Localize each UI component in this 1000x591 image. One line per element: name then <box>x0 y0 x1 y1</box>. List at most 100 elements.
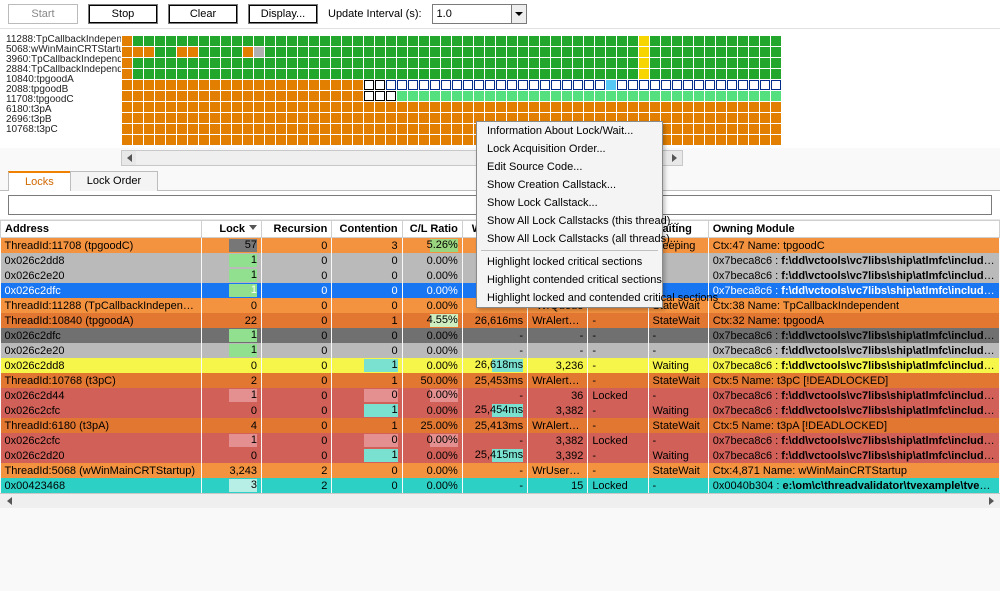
table-horizontal-scrollbar[interactable] <box>0 493 1000 508</box>
grid-cell[interactable] <box>518 80 528 90</box>
grid-cell[interactable] <box>265 102 275 112</box>
grid-cell[interactable] <box>144 69 154 79</box>
grid-cell[interactable] <box>133 58 143 68</box>
grid-cell[interactable] <box>320 135 330 145</box>
grid-cell[interactable] <box>507 47 517 57</box>
grid-cell[interactable] <box>419 91 429 101</box>
tab-lock-order[interactable]: Lock Order <box>70 171 158 191</box>
grid-cell[interactable] <box>298 69 308 79</box>
grid-cell[interactable] <box>430 102 440 112</box>
grid-cell[interactable] <box>243 47 253 57</box>
grid-cell[interactable] <box>276 102 286 112</box>
grid-cell[interactable] <box>276 58 286 68</box>
grid-cell[interactable] <box>452 91 462 101</box>
grid-cell[interactable] <box>760 102 770 112</box>
grid-cell[interactable] <box>617 69 627 79</box>
grid-cell[interactable] <box>375 69 385 79</box>
grid-cell[interactable] <box>177 69 187 79</box>
grid-cell[interactable] <box>496 47 506 57</box>
grid-cell[interactable] <box>342 80 352 90</box>
grid-cell[interactable] <box>155 135 165 145</box>
grid-cell[interactable] <box>485 91 495 101</box>
grid-cell[interactable] <box>485 69 495 79</box>
grid-cell[interactable] <box>485 36 495 46</box>
grid-cell[interactable] <box>529 80 539 90</box>
grid-cell[interactable] <box>298 58 308 68</box>
grid-cell[interactable] <box>452 69 462 79</box>
grid-cell[interactable] <box>716 124 726 134</box>
grid-cell[interactable] <box>331 135 341 145</box>
grid-cell[interactable] <box>122 58 132 68</box>
grid-cell[interactable] <box>617 91 627 101</box>
grid-cell[interactable] <box>298 80 308 90</box>
grid-cell[interactable] <box>584 91 594 101</box>
grid-cell[interactable] <box>727 47 737 57</box>
grid-cell[interactable] <box>287 91 297 101</box>
grid-cell[interactable] <box>452 80 462 90</box>
grid-cell[interactable] <box>199 69 209 79</box>
grid-cell[interactable] <box>221 91 231 101</box>
grid-cell[interactable] <box>364 47 374 57</box>
grid-cell[interactable] <box>386 58 396 68</box>
grid-cell[interactable] <box>639 102 649 112</box>
grid-cell[interactable] <box>320 47 330 57</box>
grid-cell[interactable] <box>298 36 308 46</box>
grid-cell[interactable] <box>386 36 396 46</box>
grid-cell[interactable] <box>122 135 132 145</box>
grid-cell[interactable] <box>463 91 473 101</box>
grid-cell[interactable] <box>133 69 143 79</box>
grid-cell[interactable] <box>716 69 726 79</box>
grid-cell[interactable] <box>386 124 396 134</box>
grid-cell[interactable] <box>452 102 462 112</box>
grid-cell[interactable] <box>122 113 132 123</box>
grid-cell[interactable] <box>232 80 242 90</box>
grid-cell[interactable] <box>738 124 748 134</box>
grid-cell[interactable] <box>210 36 220 46</box>
grid-cell[interactable] <box>650 91 660 101</box>
grid-cell[interactable] <box>738 91 748 101</box>
grid-cell[interactable] <box>529 36 539 46</box>
grid-cell[interactable] <box>155 113 165 123</box>
grid-cell[interactable] <box>122 47 132 57</box>
grid-cell[interactable] <box>166 102 176 112</box>
grid-cell[interactable] <box>375 58 385 68</box>
grid-cell[interactable] <box>177 36 187 46</box>
grid-cell[interactable] <box>408 91 418 101</box>
grid-cell[interactable] <box>705 80 715 90</box>
grid-cell[interactable] <box>430 124 440 134</box>
grid-cell[interactable] <box>210 102 220 112</box>
grid-cell[interactable] <box>661 91 671 101</box>
grid-cell[interactable] <box>441 113 451 123</box>
grid-cell[interactable] <box>518 91 528 101</box>
grid-cell[interactable] <box>771 91 781 101</box>
grid-cell[interactable] <box>716 80 726 90</box>
grid-cell[interactable] <box>254 58 264 68</box>
scroll-left-icon[interactable] <box>122 151 136 165</box>
grid-cell[interactable] <box>353 58 363 68</box>
grid-cell[interactable] <box>122 69 132 79</box>
grid-cell[interactable] <box>441 135 451 145</box>
grid-cell[interactable] <box>331 47 341 57</box>
grid-cell[interactable] <box>749 69 759 79</box>
grid-cell[interactable] <box>298 113 308 123</box>
grid-cell[interactable] <box>155 91 165 101</box>
grid-cell[interactable] <box>276 113 286 123</box>
grid-cell[interactable] <box>485 80 495 90</box>
grid-cell[interactable] <box>496 58 506 68</box>
menu-item[interactable]: Show Creation Callstack... <box>477 176 662 194</box>
grid-cell[interactable] <box>243 102 253 112</box>
grid-cell[interactable] <box>375 80 385 90</box>
grid-cell[interactable] <box>298 47 308 57</box>
grid-cell[interactable] <box>716 113 726 123</box>
grid-cell[interactable] <box>188 91 198 101</box>
grid-cell[interactable] <box>463 135 473 145</box>
table-row[interactable]: ThreadId:10768 (t3pC)20150.00%25,453msWr… <box>1 373 1000 388</box>
grid-cell[interactable] <box>364 124 374 134</box>
grid-cell[interactable] <box>276 36 286 46</box>
grid-cell[interactable] <box>661 47 671 57</box>
grid-cell[interactable] <box>210 135 220 145</box>
grid-cell[interactable] <box>584 47 594 57</box>
grid-cell[interactable] <box>617 58 627 68</box>
grid-cell[interactable] <box>683 80 693 90</box>
grid-cell[interactable] <box>562 102 572 112</box>
